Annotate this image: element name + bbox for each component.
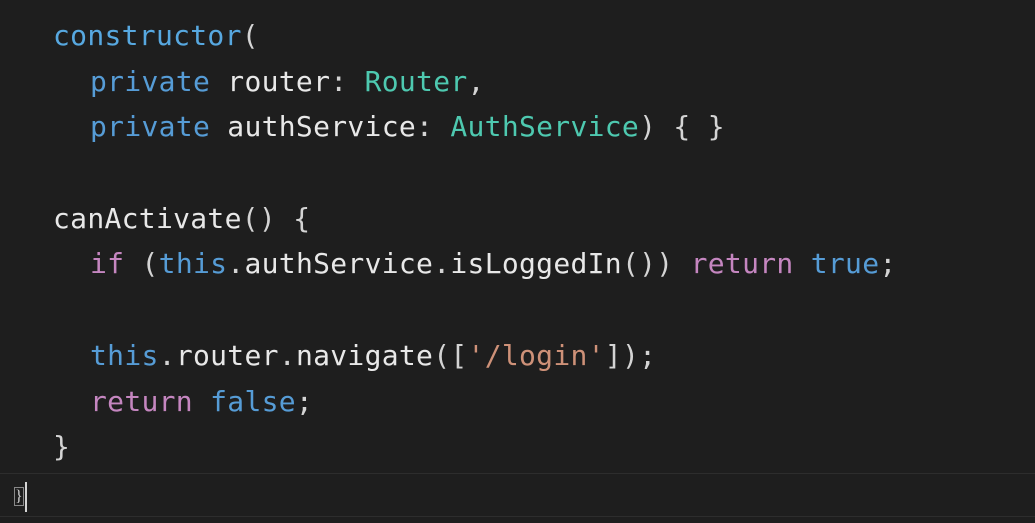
code-token: ; <box>879 247 897 281</box>
code-token: '/login' <box>467 338 605 372</box>
text-cursor <box>24 482 27 513</box>
code-token: ( <box>124 247 159 281</box>
code-token: AuthService <box>450 110 640 144</box>
code-token: private <box>90 64 211 98</box>
code-token: authService <box>244 247 434 281</box>
code-line[interactable]: constructor( <box>0 13 1035 59</box>
code-token: Router <box>364 64 468 98</box>
code-token: canActivate <box>53 201 242 235</box>
code-token: router <box>175 338 279 372</box>
code-line[interactable] <box>0 287 1035 333</box>
code-token: this <box>158 247 228 281</box>
code-lines[interactable]: constructor(private router: Router, priva… <box>0 13 1035 470</box>
code-token: navigate <box>295 338 434 372</box>
code-line[interactable]: return false; <box>0 379 1035 425</box>
code-line[interactable]: canActivate() { <box>0 196 1035 242</box>
code-token: this <box>90 338 159 372</box>
code-token: authService <box>227 110 417 144</box>
code-token: ; <box>295 384 314 418</box>
closing-brace: } <box>14 487 24 506</box>
code-line[interactable]: private authService: AuthService) { } <box>0 104 1035 150</box>
code-token: } <box>53 430 71 464</box>
code-token: isLoggedIn <box>450 247 622 281</box>
code-token: if <box>90 247 125 281</box>
code-token: router <box>227 64 331 98</box>
current-line-highlight: } <box>0 473 1035 517</box>
code-line[interactable]: if (this.authService.isLoggedIn()) retur… <box>0 241 1035 287</box>
code-token: false <box>210 384 296 418</box>
code-line[interactable]: } <box>0 424 1035 470</box>
code-token: return <box>690 247 794 281</box>
code-token: true <box>810 247 880 281</box>
code-token: private <box>90 110 211 144</box>
code-line[interactable]: this.router.navigate(['/login']); <box>0 333 1035 379</box>
code-token: , <box>467 64 485 98</box>
code-token: ]); <box>604 338 657 372</box>
code-token: ([ <box>433 338 468 372</box>
code-token: () { <box>241 201 311 235</box>
code-token: ) { } <box>639 110 725 144</box>
code-editor[interactable]: constructor(private router: Router, priva… <box>0 0 1035 523</box>
code-line[interactable] <box>0 150 1035 196</box>
code-token: . <box>227 247 245 281</box>
code-token: : <box>416 110 451 144</box>
code-token: . <box>433 247 451 281</box>
code-token: constructor <box>53 19 242 52</box>
code-token: . <box>278 338 296 372</box>
code-line[interactable]: private router: Router, <box>0 59 1035 105</box>
code-token: ()) <box>621 247 691 281</box>
code-line-closing-brace[interactable]: } <box>0 474 1035 520</box>
code-token: . <box>158 338 176 372</box>
code-token: ( <box>241 19 259 52</box>
code-token: return <box>90 384 193 418</box>
code-token: : <box>330 64 365 98</box>
